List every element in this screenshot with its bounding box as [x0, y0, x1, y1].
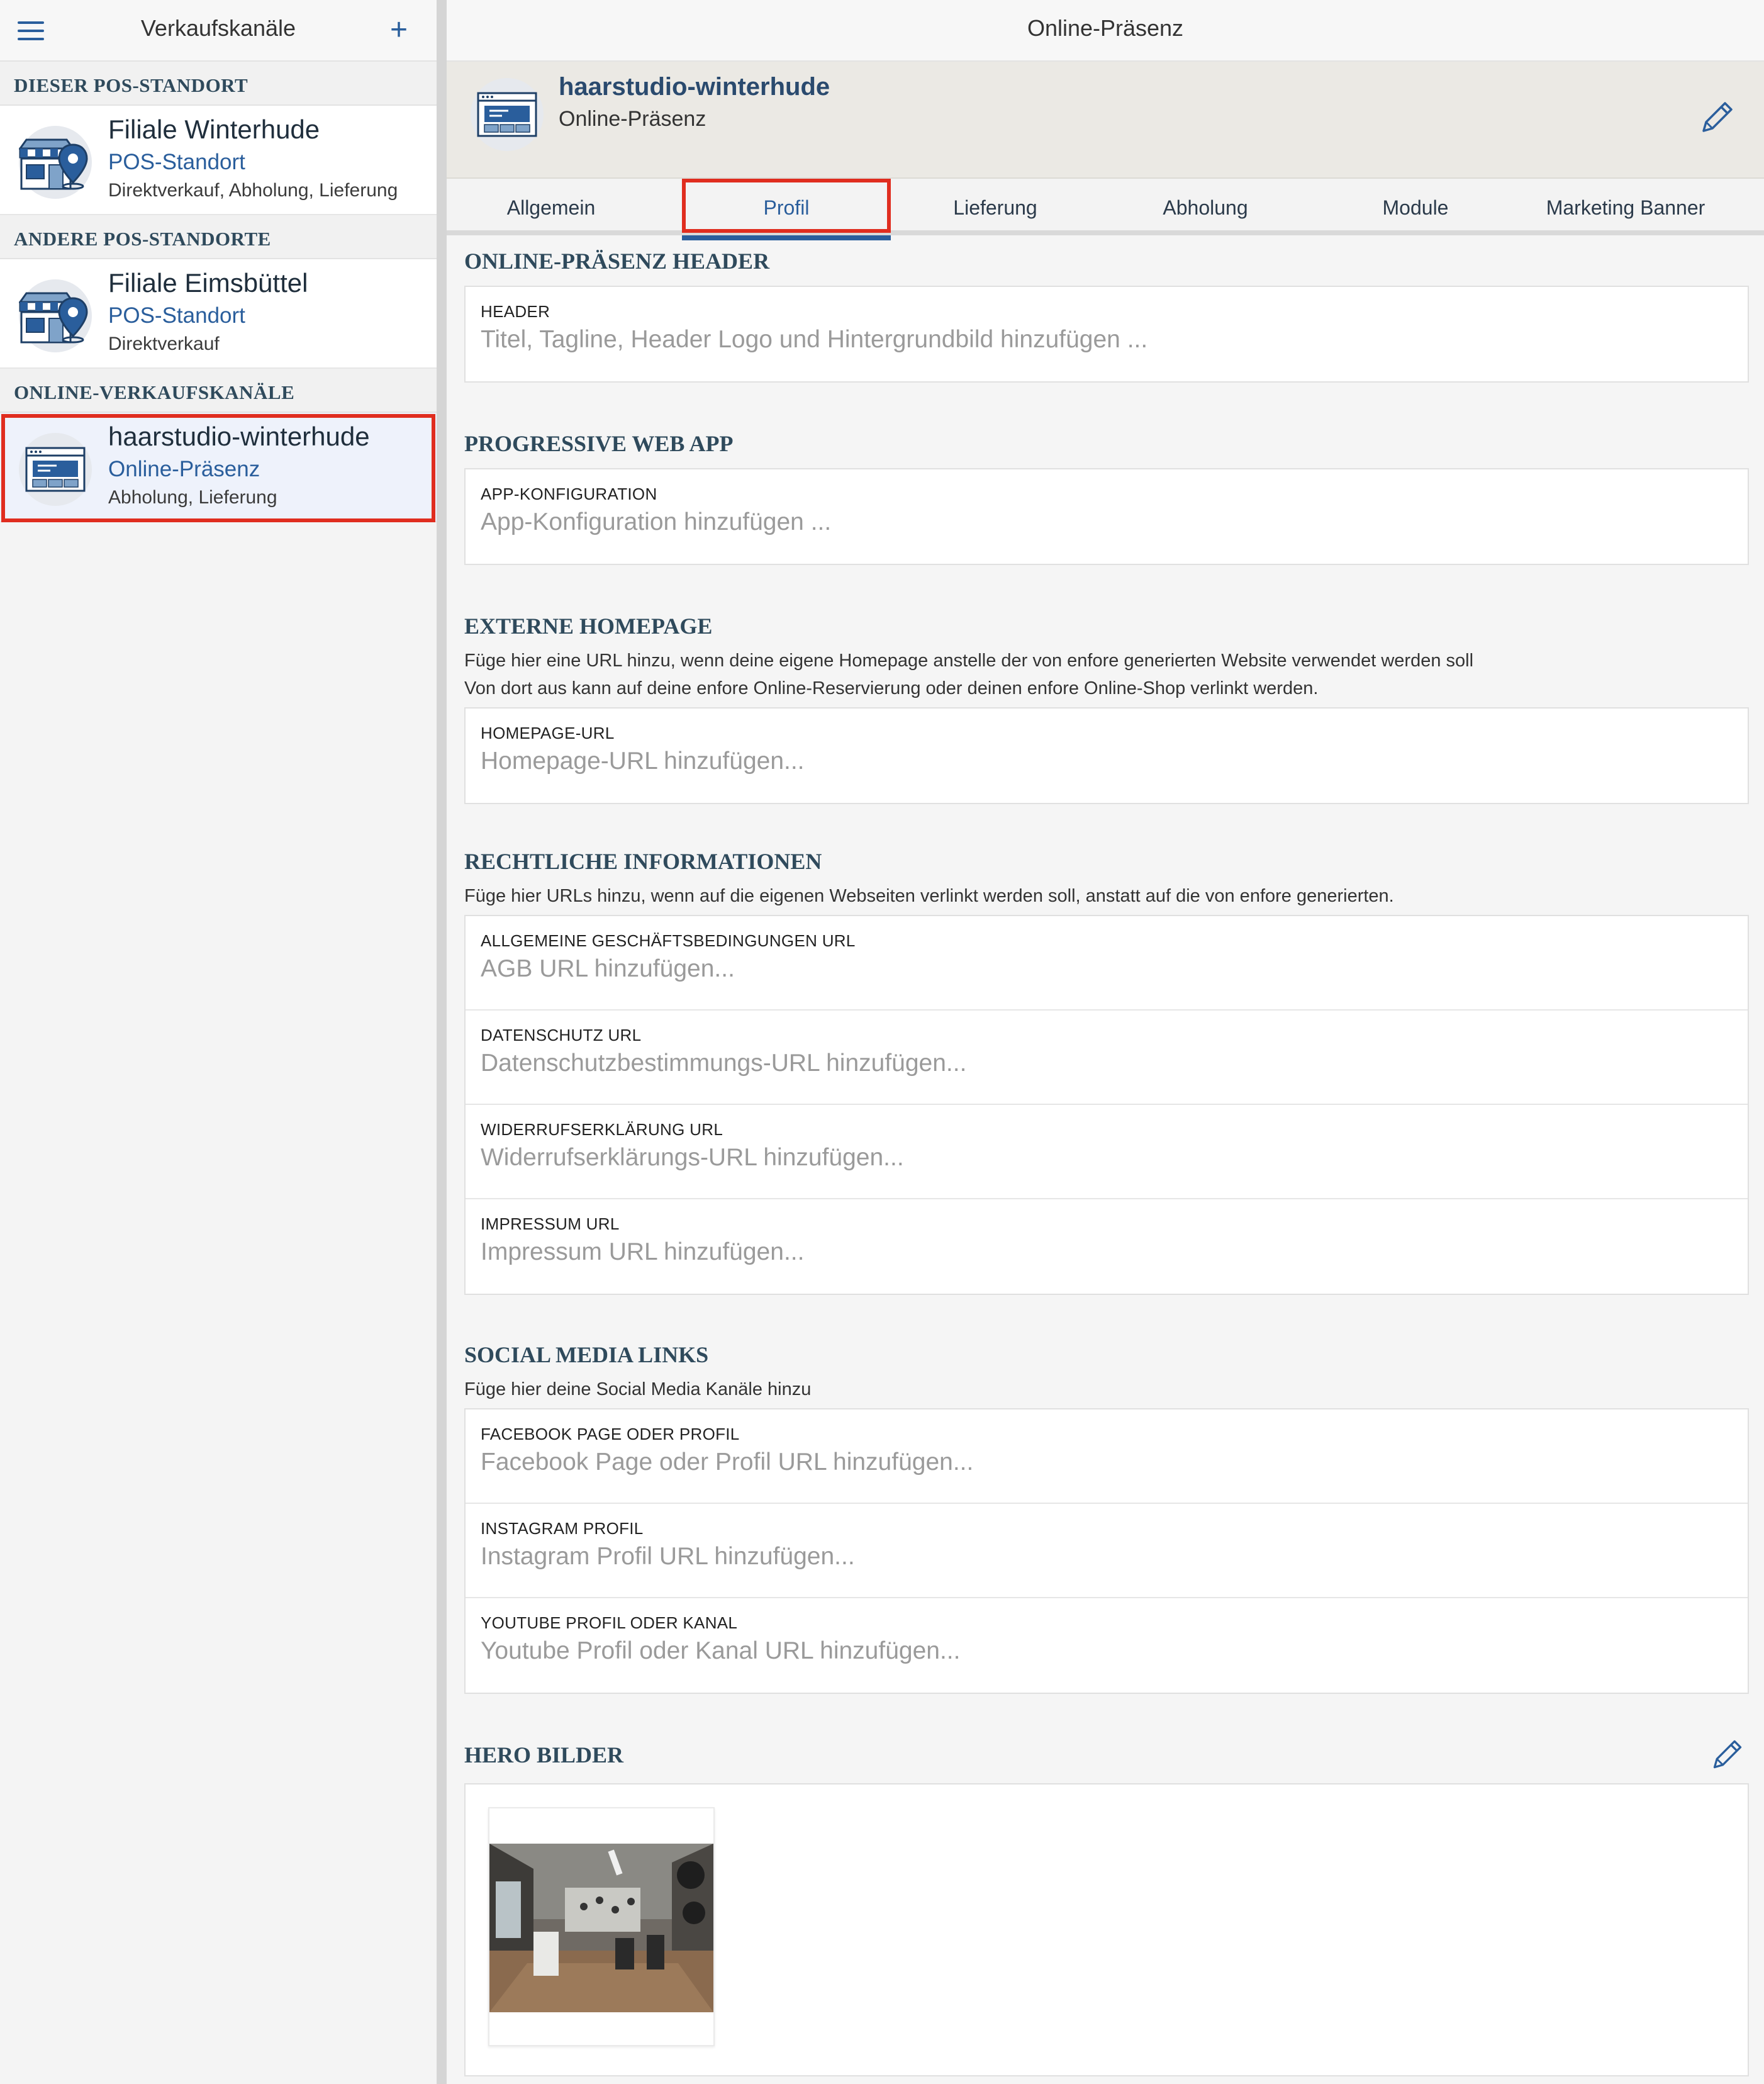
field-label: WIDERRUFSERKLÄRUNG URL [481, 1120, 723, 1139]
privacy-url-input[interactable] [481, 1050, 1733, 1077]
channel-name: haarstudio-winterhude [108, 422, 370, 451]
legal-card: ALLGEMEINE GESCHÄFTSBEDINGUNGEN URL DATE… [464, 915, 1749, 1295]
homepage-url-input[interactable] [481, 748, 1733, 775]
channel-name: Filiale Eimsbüttel [108, 268, 308, 298]
pwa-card: APP-KONFIGURATION [464, 468, 1749, 565]
split-view-divider[interactable] [437, 0, 447, 2084]
social-card: FACEBOOK PAGE ODER PROFIL INSTAGRAM PROF… [464, 1408, 1749, 1694]
imprint-url-input[interactable] [481, 1238, 1733, 1266]
section-description: Von dort aus kann auf deine enfore Onlin… [464, 678, 1319, 698]
hero-image-thumbnail[interactable] [488, 1807, 715, 2046]
facebook-field[interactable]: FACEBOOK PAGE ODER PROFIL [466, 1409, 1748, 1504]
header-field[interactable]: HEADER [466, 287, 1748, 381]
website-icon [471, 78, 544, 151]
homepage-url-field[interactable]: HOMEPAGE-URL [466, 709, 1748, 803]
field-label: HOMEPAGE-URL [481, 724, 615, 742]
header-card: HEADER [464, 286, 1749, 383]
youtube-input[interactable] [481, 1637, 1733, 1665]
section-title-legal: RECHTLICHE INFORMATIONEN [464, 849, 822, 874]
tab-lieferung[interactable]: Lieferung [891, 179, 1100, 235]
profile-header: haarstudio-winterhude Online-Präsenz [447, 62, 1764, 179]
hero-images-card [464, 1783, 1749, 2076]
channel-name: Filiale Winterhude [108, 115, 320, 144]
tab-marketing-banner[interactable]: Marketing Banner [1521, 179, 1730, 235]
homepage-card: HOMEPAGE-URL [464, 707, 1749, 804]
section-title-pwa: PROGRESSIVE WEB APP [464, 431, 734, 456]
main-title: Online-Präsenz [447, 0, 1764, 62]
section-description: Füge hier deine Social Media Kanäle hinz… [464, 1379, 812, 1399]
app-config-input[interactable] [481, 508, 1733, 536]
tab-abholung[interactable]: Abholung [1101, 179, 1310, 235]
agb-url-field[interactable]: ALLGEMEINE GESCHÄFTSBEDINGUNGEN URL [466, 916, 1748, 1011]
store-location-icon [19, 126, 92, 199]
imprint-url-field[interactable]: IMPRESSUM URL [466, 1199, 1748, 1294]
edit-pencil-icon[interactable] [1699, 98, 1736, 136]
field-label: INSTAGRAM PROFIL [481, 1519, 644, 1538]
website-icon [19, 433, 92, 506]
section-title-homepage: EXTERNE HOMEPAGE [464, 613, 713, 639]
profile-subtitle: Online-Präsenz [559, 107, 706, 131]
add-channel-icon[interactable]: + [390, 15, 408, 45]
field-label: HEADER [481, 302, 550, 321]
main-panel: Online-Präsenz haarstudio-winterhude Onl… [447, 0, 1764, 2084]
facebook-input[interactable] [481, 1448, 1733, 1476]
header-input[interactable] [481, 326, 1733, 354]
channel-item-eimsbuettel[interactable]: Filiale Eimsbüttel POS-Standort Direktve… [0, 259, 437, 369]
channel-type: POS-Standort [108, 150, 245, 174]
section-title-social: SOCIAL MEDIA LINKS [464, 1342, 709, 1367]
sidebar-title: Verkaufskanäle [140, 15, 296, 41]
tab-bar: Allgemein Profil Lieferung Abholung Modu… [447, 179, 1764, 240]
channel-item-winterhude[interactable]: Filiale Winterhude POS-Standort Direktve… [0, 106, 437, 215]
channel-type: POS-Standort [108, 303, 245, 328]
sales-channels-sidebar: Verkaufskanäle + DIESER POS-STANDORT Fil… [0, 0, 437, 2084]
instagram-field[interactable]: INSTAGRAM PROFIL [466, 1504, 1748, 1598]
field-label: FACEBOOK PAGE ODER PROFIL [481, 1425, 740, 1443]
salon-photo-image [489, 1844, 713, 2012]
profile-title: haarstudio-winterhude [559, 73, 830, 101]
withdrawal-url-input[interactable] [481, 1144, 1733, 1172]
youtube-field[interactable]: YOUTUBE PROFIL ODER KANAL [466, 1598, 1748, 1693]
field-label: IMPRESSUM URL [481, 1214, 620, 1233]
section-this-pos: DIESER POS-STANDORT [0, 62, 437, 106]
sidebar-header: Verkaufskanäle + [0, 0, 437, 62]
section-other-pos: ANDERE POS-STANDORTE [0, 215, 437, 259]
privacy-url-field[interactable]: DATENSCHUTZ URL [466, 1011, 1748, 1105]
field-label: ALLGEMEINE GESCHÄFTSBEDINGUNGEN URL [481, 931, 856, 950]
app-config-field[interactable]: APP-KONFIGURATION [466, 469, 1748, 564]
channel-description: Direktverkauf, Abholung, Lieferung [108, 180, 398, 201]
tab-highlight [682, 179, 891, 233]
store-location-icon [19, 279, 92, 352]
tab-profil[interactable]: Profil [682, 179, 891, 240]
tab-module[interactable]: Module [1311, 179, 1520, 235]
edit-pencil-icon[interactable] [1710, 1737, 1745, 1772]
channel-description: Abholung, Lieferung [108, 487, 277, 508]
channel-description: Direktverkauf [108, 333, 220, 354]
tab-allgemein[interactable]: Allgemein [447, 179, 656, 235]
section-title-hero: HERO BILDER [464, 1742, 624, 1767]
instagram-input[interactable] [481, 1543, 1733, 1571]
section-description: Füge hier URLs hinzu, wenn auf die eigen… [464, 886, 1394, 906]
channel-type: Online-Präsenz [108, 457, 260, 481]
field-label: APP-KONFIGURATION [481, 485, 657, 503]
section-online: ONLINE-VERKAUFSKANÄLE [0, 369, 437, 413]
section-description: Füge hier eine URL hinzu, wenn deine eig… [464, 651, 1474, 671]
channel-item-haarstudio[interactable]: haarstudio-winterhude Online-Präsenz Abh… [0, 413, 437, 522]
section-title-header: ONLINE-PRÄSENZ HEADER [464, 249, 770, 274]
withdrawal-url-field[interactable]: WIDERRUFSERKLÄRUNG URL [466, 1105, 1748, 1199]
field-label: YOUTUBE PROFIL ODER KANAL [481, 1613, 738, 1632]
field-label: DATENSCHUTZ URL [481, 1026, 642, 1045]
agb-url-input[interactable] [481, 955, 1733, 983]
